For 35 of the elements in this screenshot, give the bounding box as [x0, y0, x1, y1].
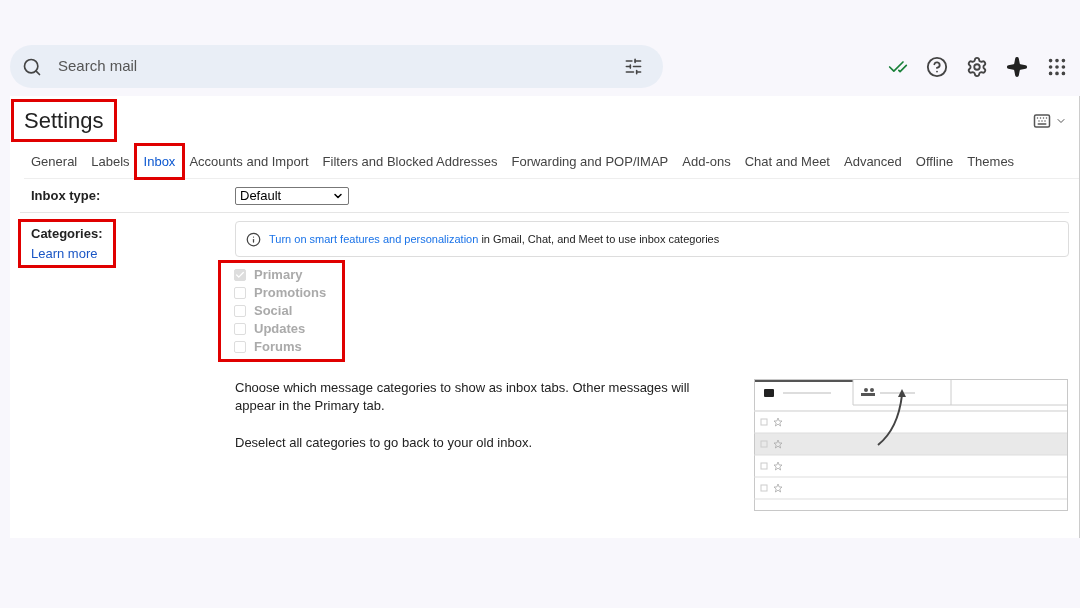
settings-icon[interactable] — [966, 55, 988, 78]
category-label: Promotions — [254, 284, 327, 303]
search-placeholder: Search mail — [58, 56, 138, 77]
category-label: Social — [254, 302, 293, 321]
inbox-type-label: Inbox type: — [31, 186, 102, 205]
settings-tab[interactable]: Accounts and Import — [182, 145, 316, 178]
category-label: Primary — [254, 266, 303, 285]
settings-tab[interactable]: Offline — [908, 145, 961, 178]
settings-tab[interactable]: Advanced — [837, 145, 909, 178]
keyboard-icon — [1033, 112, 1051, 130]
settings-title: Settings — [14, 102, 114, 139]
settings-tab[interactable]: General — [24, 145, 85, 178]
info-icon — [246, 231, 261, 247]
categories-label: Categories: — [31, 225, 103, 243]
settings-tab[interactable]: Labels — [84, 145, 137, 178]
inbox-type-select[interactable]: Default — [235, 186, 349, 205]
settings-tab[interactable]: Chat and Meet — [737, 145, 837, 178]
description-text: Choose which message categories to show as inbox tabs. Other messages will appear in the Primary tab. — [235, 379, 691, 415]
learn-more-link[interactable]: Learn more — [31, 243, 103, 263]
settings-tab[interactable]: Add-ons — [675, 145, 738, 178]
help-icon[interactable] — [926, 55, 948, 78]
filter-options-icon[interactable] — [624, 57, 643, 76]
smart-features-link[interactable]: Turn on smart features and personalization — [269, 232, 479, 245]
category-label: Updates — [254, 320, 306, 339]
settings-tab[interactable]: Inbox — [136, 145, 183, 178]
settings-tab[interactable]: Themes — [960, 145, 1022, 178]
category-label: Forums — [254, 338, 302, 357]
settings-tab[interactable]: Forwarding and POP/IMAP — [504, 145, 676, 178]
sparkle-icon[interactable] — [1006, 55, 1028, 78]
settings-tab[interactable]: Filters and Blocked Addresses — [315, 145, 505, 178]
search-bar[interactable]: Search mail — [10, 45, 663, 88]
search-icon[interactable] — [22, 56, 42, 77]
description-text: Deselect all categories to go back to your old inbox. — [235, 434, 533, 452]
notice-text: Turn on smart features and personalization in Gmail, Chat, and Meet to use inbox categories — [269, 231, 720, 247]
keyboard-language-button[interactable] — [1033, 112, 1067, 130]
